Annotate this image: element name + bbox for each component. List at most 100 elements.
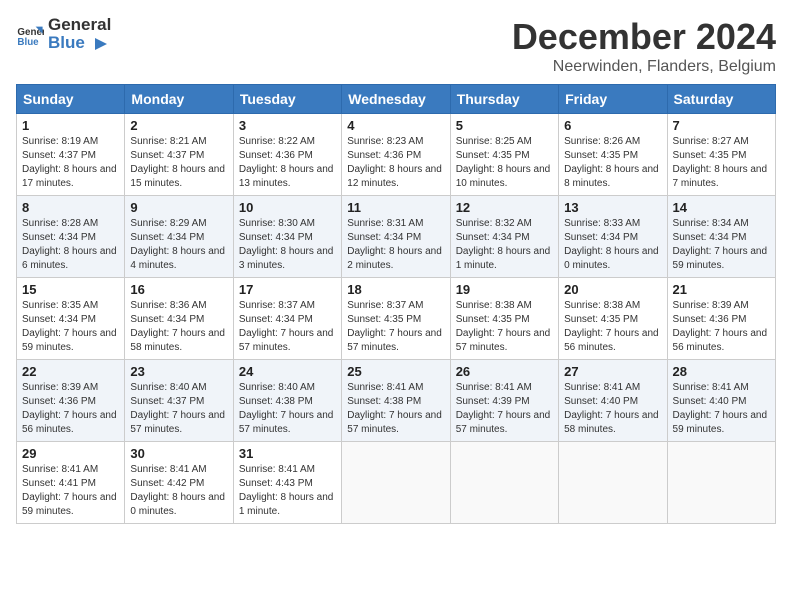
calendar-cell: 3 Sunrise: 8:22 AMSunset: 4:36 PMDaylight… xyxy=(233,114,341,196)
day-number: 3 xyxy=(239,118,336,133)
calendar-cell xyxy=(450,442,558,524)
day-number: 26 xyxy=(456,364,553,379)
day-number: 29 xyxy=(22,446,119,461)
cell-content: Sunrise: 8:39 AMSunset: 4:36 PMDaylight:… xyxy=(22,381,119,437)
day-number: 8 xyxy=(22,200,119,215)
logo-icon: General Blue xyxy=(16,21,44,49)
cell-content: Sunrise: 8:23 AMSunset: 4:36 PMDaylight:… xyxy=(347,135,444,191)
day-number: 31 xyxy=(239,446,336,461)
cell-content: Sunrise: 8:26 AMSunset: 4:35 PMDaylight:… xyxy=(564,135,661,191)
calendar-cell: 11Sunrise: 8:31 AMSunset: 4:34 PMDayligh… xyxy=(342,196,450,278)
day-number: 4 xyxy=(347,118,444,133)
header-day-sunday: Sunday xyxy=(17,85,125,114)
cell-content: Sunrise: 8:38 AMSunset: 4:35 PMDaylight:… xyxy=(564,299,661,355)
calendar-cell: 30 Sunrise: 8:41 AMSunset: 4:42 PMDayligh… xyxy=(125,442,233,524)
cell-content: Sunrise: 8:29 AMSunset: 4:34 PMDaylight:… xyxy=(130,217,227,273)
cell-content: Sunrise: 8:32 AMSunset: 4:34 PMDaylight:… xyxy=(456,217,553,273)
header-day-tuesday: Tuesday xyxy=(233,85,341,114)
day-number: 30 xyxy=(130,446,227,461)
calendar-week-row: 22 Sunrise: 8:39 AMSunset: 4:36 PMDayligh… xyxy=(17,360,776,442)
day-number: 17 xyxy=(239,282,336,297)
calendar-cell: 31 Sunrise: 8:41 AMSunset: 4:43 PMDayligh… xyxy=(233,442,341,524)
cell-content: Sunrise: 8:27 AMSunset: 4:35 PMDaylight:… xyxy=(673,135,770,191)
calendar-cell: 5Sunrise: 8:25 AMSunset: 4:35 PMDaylight… xyxy=(450,114,558,196)
calendar-cell xyxy=(342,442,450,524)
cell-content: Sunrise: 8:41 AMSunset: 4:42 PMDaylight:… xyxy=(130,463,227,519)
day-number: 2 xyxy=(130,118,227,133)
calendar-week-row: 8 Sunrise: 8:28 AMSunset: 4:34 PMDaylight… xyxy=(17,196,776,278)
day-number: 14 xyxy=(673,200,770,215)
calendar-cell: 10 Sunrise: 8:30 AMSunset: 4:34 PMDayligh… xyxy=(233,196,341,278)
calendar-header-row: SundayMondayTuesdayWednesdayThursdayFrid… xyxy=(17,85,776,114)
calendar-cell: 8 Sunrise: 8:28 AMSunset: 4:34 PMDaylight… xyxy=(17,196,125,278)
day-number: 22 xyxy=(22,364,119,379)
day-number: 21 xyxy=(673,282,770,297)
cell-content: Sunrise: 8:33 AMSunset: 4:34 PMDaylight:… xyxy=(564,217,661,273)
cell-content: Sunrise: 8:35 AMSunset: 4:34 PMDaylight:… xyxy=(22,299,119,355)
calendar-table: SundayMondayTuesdayWednesdayThursdayFrid… xyxy=(16,84,776,524)
cell-content: Sunrise: 8:41 AMSunset: 4:43 PMDaylight:… xyxy=(239,463,336,519)
day-number: 9 xyxy=(130,200,227,215)
cell-content: Sunrise: 8:37 AMSunset: 4:34 PMDaylight:… xyxy=(239,299,336,355)
calendar-week-row: 15 Sunrise: 8:35 AMSunset: 4:34 PMDayligh… xyxy=(17,278,776,360)
day-number: 13 xyxy=(564,200,661,215)
logo-blue: Blue xyxy=(48,33,85,52)
cell-content: Sunrise: 8:36 AMSunset: 4:34 PMDaylight:… xyxy=(130,299,227,355)
header-day-saturday: Saturday xyxy=(667,85,775,114)
calendar-cell: 7Sunrise: 8:27 AMSunset: 4:35 PMDaylight… xyxy=(667,114,775,196)
calendar-cell: 9 Sunrise: 8:29 AMSunset: 4:34 PMDaylight… xyxy=(125,196,233,278)
day-number: 12 xyxy=(456,200,553,215)
cell-content: Sunrise: 8:19 AMSunset: 4:37 PMDaylight:… xyxy=(22,135,119,191)
cell-content: Sunrise: 8:41 AMSunset: 4:39 PMDaylight:… xyxy=(456,381,553,437)
calendar-week-row: 1 Sunrise: 8:19 AMSunset: 4:37 PMDaylight… xyxy=(17,114,776,196)
calendar-cell: 23 Sunrise: 8:40 AMSunset: 4:37 PMDayligh… xyxy=(125,360,233,442)
calendar-cell: 17 Sunrise: 8:37 AMSunset: 4:34 PMDayligh… xyxy=(233,278,341,360)
cell-content: Sunrise: 8:34 AMSunset: 4:34 PMDaylight:… xyxy=(673,217,770,273)
cell-content: Sunrise: 8:40 AMSunset: 4:37 PMDaylight:… xyxy=(130,381,227,437)
calendar-cell: 16 Sunrise: 8:36 AMSunset: 4:34 PMDayligh… xyxy=(125,278,233,360)
day-number: 10 xyxy=(239,200,336,215)
day-number: 16 xyxy=(130,282,227,297)
day-number: 6 xyxy=(564,118,661,133)
calendar-cell xyxy=(667,442,775,524)
logo-general: General xyxy=(48,15,111,34)
calendar-cell: 24 Sunrise: 8:40 AMSunset: 4:38 PMDayligh… xyxy=(233,360,341,442)
title-area: December 2024 Neerwinden, Flanders, Belg… xyxy=(512,16,776,76)
calendar-cell xyxy=(559,442,667,524)
location-title: Neerwinden, Flanders, Belgium xyxy=(512,58,776,76)
calendar-cell: 12 Sunrise: 8:32 AMSunset: 4:34 PMDayligh… xyxy=(450,196,558,278)
logo-chevron-icon xyxy=(91,34,111,54)
day-number: 15 xyxy=(22,282,119,297)
cell-content: Sunrise: 8:41 AMSunset: 4:41 PMDaylight:… xyxy=(22,463,119,519)
calendar-cell: 6 Sunrise: 8:26 AMSunset: 4:35 PMDaylight… xyxy=(559,114,667,196)
calendar-cell: 22 Sunrise: 8:39 AMSunset: 4:36 PMDayligh… xyxy=(17,360,125,442)
svg-text:Blue: Blue xyxy=(17,37,39,48)
calendar-cell: 4 Sunrise: 8:23 AMSunset: 4:36 PMDaylight… xyxy=(342,114,450,196)
cell-content: Sunrise: 8:30 AMSunset: 4:34 PMDaylight:… xyxy=(239,217,336,273)
header-day-thursday: Thursday xyxy=(450,85,558,114)
day-number: 23 xyxy=(130,364,227,379)
calendar-cell: 18Sunrise: 8:37 AMSunset: 4:35 PMDayligh… xyxy=(342,278,450,360)
cell-content: Sunrise: 8:22 AMSunset: 4:36 PMDaylight:… xyxy=(239,135,336,191)
day-number: 27 xyxy=(564,364,661,379)
day-number: 11 xyxy=(347,200,444,215)
day-number: 24 xyxy=(239,364,336,379)
calendar-cell: 2 Sunrise: 8:21 AMSunset: 4:37 PMDaylight… xyxy=(125,114,233,196)
cell-content: Sunrise: 8:39 AMSunset: 4:36 PMDaylight:… xyxy=(673,299,770,355)
cell-content: Sunrise: 8:40 AMSunset: 4:38 PMDaylight:… xyxy=(239,381,336,437)
header-day-wednesday: Wednesday xyxy=(342,85,450,114)
cell-content: Sunrise: 8:21 AMSunset: 4:37 PMDaylight:… xyxy=(130,135,227,191)
calendar-cell: 29 Sunrise: 8:41 AMSunset: 4:41 PMDayligh… xyxy=(17,442,125,524)
cell-content: Sunrise: 8:41 AMSunset: 4:40 PMDaylight:… xyxy=(564,381,661,437)
cell-content: Sunrise: 8:41 AMSunset: 4:38 PMDaylight:… xyxy=(347,381,444,437)
day-number: 28 xyxy=(673,364,770,379)
day-number: 1 xyxy=(22,118,119,133)
day-number: 5 xyxy=(456,118,553,133)
calendar-cell: 21 Sunrise: 8:39 AMSunset: 4:36 PMDayligh… xyxy=(667,278,775,360)
calendar-week-row: 29 Sunrise: 8:41 AMSunset: 4:41 PMDayligh… xyxy=(17,442,776,524)
day-number: 20 xyxy=(564,282,661,297)
calendar-cell: 1 Sunrise: 8:19 AMSunset: 4:37 PMDaylight… xyxy=(17,114,125,196)
cell-content: Sunrise: 8:28 AMSunset: 4:34 PMDaylight:… xyxy=(22,217,119,273)
calendar-cell: 28Sunrise: 8:41 AMSunset: 4:40 PMDayligh… xyxy=(667,360,775,442)
calendar-cell: 13 Sunrise: 8:33 AMSunset: 4:34 PMDayligh… xyxy=(559,196,667,278)
